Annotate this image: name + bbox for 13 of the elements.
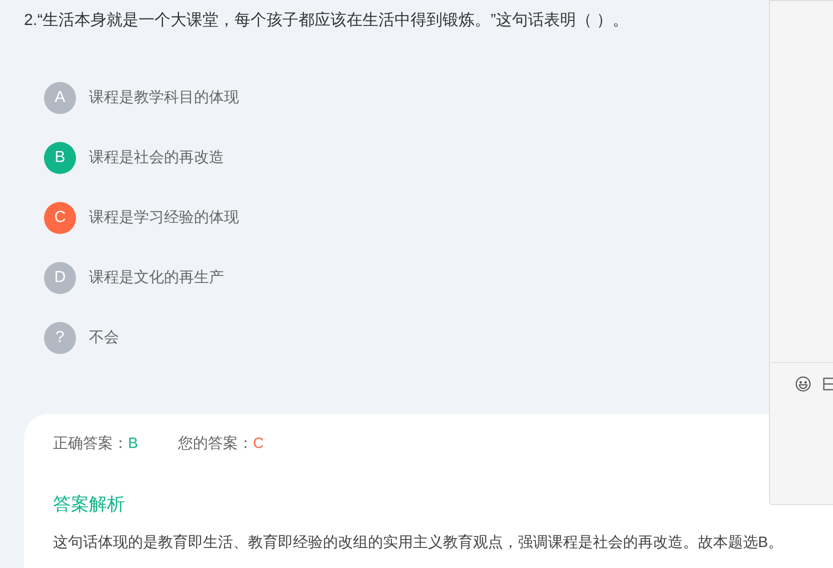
your-answer-label: 您的答案：C — [178, 434, 264, 454]
option-letter[interactable]: B — [44, 142, 76, 174]
option-letter[interactable]: C — [44, 202, 76, 234]
question-text: 2.“生活本身就是一个大课堂，每个孩子都应该在生活中得到锻炼。”这句话表明（ ）。 — [24, 10, 630, 31]
option-text[interactable]: 课程是教学科目的体现 — [89, 86, 239, 110]
analysis-title: 答案解析 — [53, 493, 126, 516]
option-text[interactable]: 课程是社会的再改造 — [89, 146, 224, 170]
emoji-icon[interactable] — [795, 374, 812, 394]
option-text[interactable]: 课程是文化的再生产 — [89, 266, 224, 290]
analysis-text: 这句话体现的是教育即生活、教育即经验的改组的实用主义教育观点，强调课程是社会的再改造。故本题选B。 — [53, 533, 784, 553]
option-text[interactable]: 不会 — [89, 326, 119, 350]
option-text[interactable]: 课程是学习经验的体现 — [89, 206, 239, 230]
correct-answer-label: 正确答案：B — [53, 434, 138, 454]
